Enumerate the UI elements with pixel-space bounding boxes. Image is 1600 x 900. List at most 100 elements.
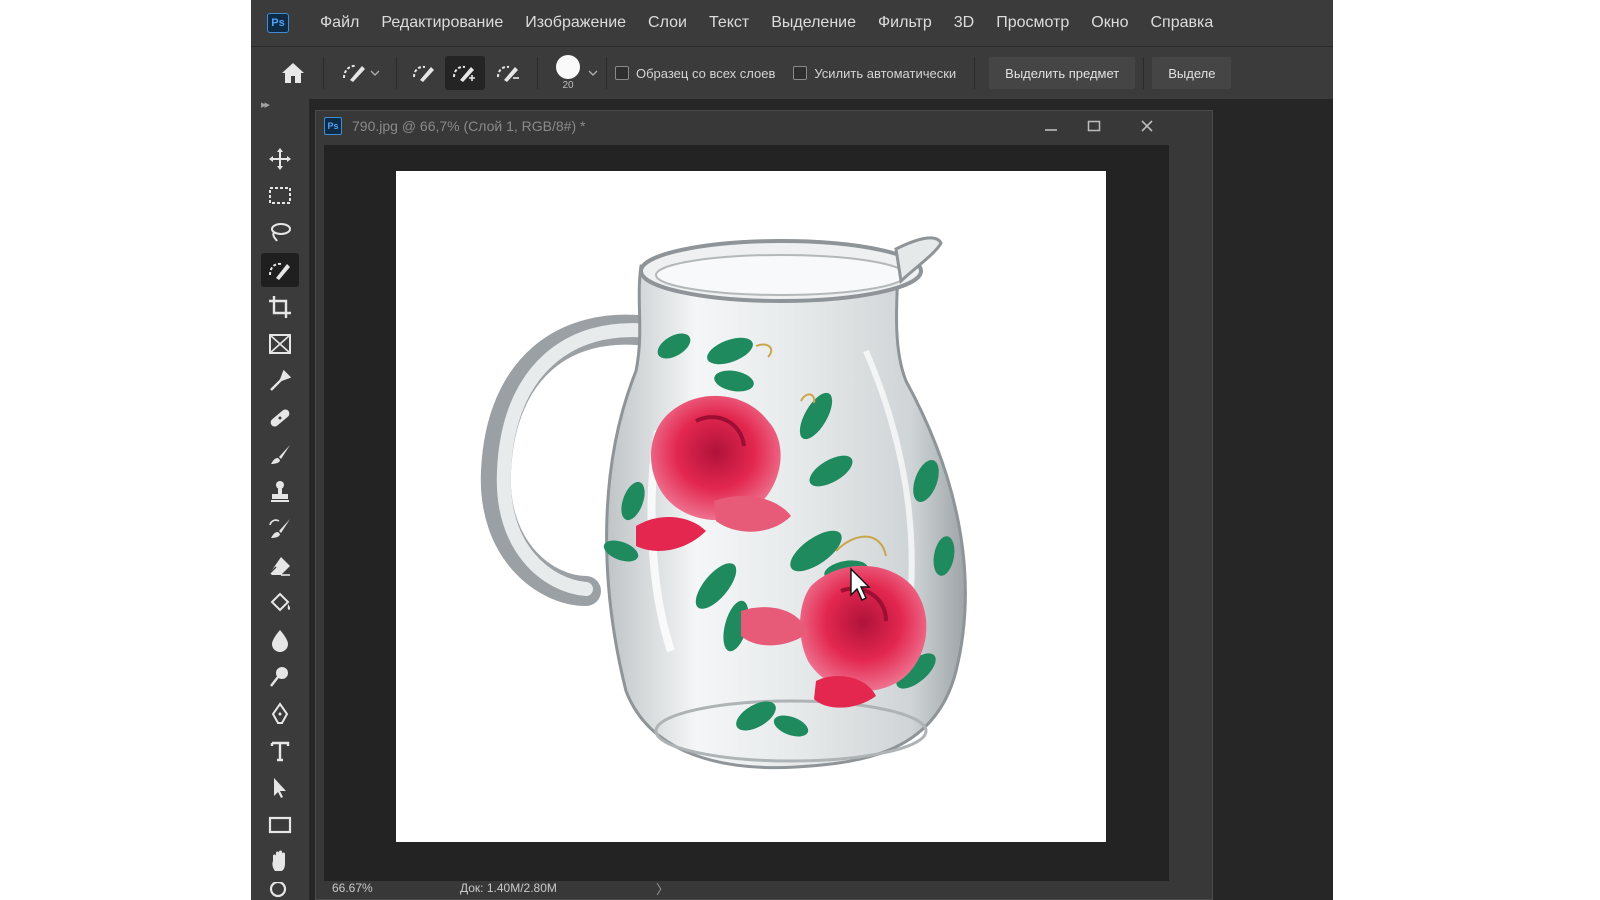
path-selection-tool[interactable] xyxy=(261,771,299,805)
brush-tool[interactable] xyxy=(261,438,299,472)
document-tab[interactable]: Ps 790.jpg @ 66,7% (Слой 1, RGB/8#) * xyxy=(316,111,1212,141)
separator xyxy=(1143,57,1145,89)
document-title: 790.jpg @ 66,7% (Слой 1, RGB/8#) * xyxy=(352,118,586,134)
menu-help[interactable]: Справка xyxy=(1139,14,1224,32)
dodge-tool[interactable] xyxy=(261,660,299,694)
new-selection-icon xyxy=(413,65,434,82)
healing-brush-tool[interactable] xyxy=(261,401,299,435)
stamp-icon xyxy=(271,481,289,502)
eraser-icon xyxy=(269,557,290,576)
auto-enhance-checkbox[interactable] xyxy=(793,66,808,80)
subtract-from-selection-button[interactable] xyxy=(489,56,529,90)
status-bar: 66.67% Док: 1.40M/2.80M 〉 xyxy=(316,877,1212,899)
status-menu-arrow-icon[interactable]: 〉 xyxy=(656,879,669,898)
separator xyxy=(396,57,397,89)
rectangle-icon xyxy=(268,816,292,834)
canvas-area[interactable] xyxy=(324,145,1169,881)
close-button[interactable] xyxy=(1134,115,1160,137)
blur-drop-icon xyxy=(272,630,288,652)
bandage-icon xyxy=(270,409,290,427)
rectangle-tool[interactable] xyxy=(261,808,299,842)
quick-selection-tool[interactable] xyxy=(261,253,299,287)
menu-view[interactable]: Просмотр xyxy=(985,14,1080,32)
eyedropper-tool[interactable] xyxy=(261,364,299,398)
move-icon xyxy=(269,148,291,170)
ps-logo-icon: Ps xyxy=(267,13,289,33)
document-size: Док: 1.40M/2.80M xyxy=(460,881,557,895)
add-to-selection-button[interactable] xyxy=(445,56,485,90)
ps-document-icon: Ps xyxy=(324,117,342,135)
brush-size-picker[interactable]: 20 xyxy=(556,55,580,91)
crop-tool[interactable] xyxy=(261,290,299,324)
sample-all-layers-checkbox[interactable] xyxy=(615,66,629,80)
hand-icon xyxy=(272,850,285,871)
history-brush-icon xyxy=(269,519,290,538)
dodge-icon xyxy=(270,667,288,687)
photoshop-window: Ps Файл Редактирование Изображение Слои … xyxy=(251,0,1333,900)
brush-icon xyxy=(271,445,290,464)
eraser-tool[interactable] xyxy=(261,549,299,583)
menu-file[interactable]: Файл xyxy=(309,14,370,32)
auto-enhance-label: Усилить автоматически xyxy=(814,65,957,81)
quick-selection-icon xyxy=(269,262,290,280)
eyedropper-icon xyxy=(270,369,292,391)
zoom-icon xyxy=(269,882,287,898)
lasso-tool[interactable] xyxy=(261,216,299,250)
move-tool[interactable] xyxy=(261,142,299,176)
auto-enhance-option[interactable]: Усилить автоматически xyxy=(793,66,956,81)
glass-pitcher-image xyxy=(480,236,967,770)
maximize-icon xyxy=(1087,120,1101,132)
menu-edit[interactable]: Редактирование xyxy=(370,14,514,32)
menu-bar: Ps Файл Редактирование Изображение Слои … xyxy=(251,0,1333,46)
type-tool[interactable] xyxy=(261,734,299,768)
zoom-tool[interactable] xyxy=(261,882,299,900)
zoom-level[interactable]: 66.67% xyxy=(332,881,460,895)
menu-filter[interactable]: Фильтр xyxy=(867,14,943,32)
pen-tool[interactable] xyxy=(261,697,299,731)
image-canvas[interactable] xyxy=(396,171,1106,842)
brush-preview-icon xyxy=(556,55,580,79)
menu-window[interactable]: Окно xyxy=(1080,14,1139,32)
select-subject-button[interactable]: Выделить предмет xyxy=(989,57,1136,89)
subtract-from-selection-icon xyxy=(497,65,519,82)
separator xyxy=(606,57,607,89)
select-and-mask-button[interactable]: Выделе xyxy=(1152,57,1232,89)
menu-type[interactable]: Текст xyxy=(698,14,760,32)
add-to-selection-icon xyxy=(453,65,475,82)
history-brush-tool[interactable] xyxy=(261,512,299,546)
document-window: Ps 790.jpg @ 66,7% (Слой 1, RGB/8#) * 66… xyxy=(315,110,1213,900)
blur-tool[interactable] xyxy=(261,623,299,657)
frame-tool[interactable] xyxy=(261,327,299,361)
separator xyxy=(974,57,976,89)
tools-panel: ▸▸ xyxy=(251,98,310,900)
frame-icon xyxy=(269,334,291,354)
lasso-icon xyxy=(271,223,291,242)
minimize-icon xyxy=(1045,129,1057,131)
marquee-tool[interactable] xyxy=(261,179,299,213)
crop-icon xyxy=(269,296,291,318)
close-icon xyxy=(1141,120,1153,132)
maximize-button[interactable] xyxy=(1081,115,1107,137)
brush-size-value: 20 xyxy=(562,80,574,91)
sample-all-layers-option[interactable]: Образец со всех слоев xyxy=(615,66,775,81)
menu-select[interactable]: Выделение xyxy=(760,14,867,32)
quick-selection-preset-icon xyxy=(343,64,365,82)
tool-preset-picker[interactable] xyxy=(332,56,388,90)
type-icon xyxy=(270,741,290,762)
sample-all-layers-label: Образец со всех слоев xyxy=(636,65,776,81)
chevron-down-icon[interactable] xyxy=(588,69,598,77)
paint-bucket-icon xyxy=(270,592,291,612)
home-button[interactable] xyxy=(271,56,315,90)
arrow-cursor-icon xyxy=(274,778,286,798)
menu-layers[interactable]: Слои xyxy=(637,14,698,32)
new-selection-button[interactable] xyxy=(405,56,445,90)
paint-bucket-tool[interactable] xyxy=(261,586,299,620)
menu-image[interactable]: Изображение xyxy=(514,14,637,32)
separator xyxy=(537,57,538,89)
clone-stamp-tool[interactable] xyxy=(261,475,299,509)
minimize-button[interactable] xyxy=(1038,115,1064,137)
menu-3d[interactable]: 3D xyxy=(943,14,985,32)
hand-tool[interactable] xyxy=(261,845,299,879)
collapse-arrows-icon[interactable]: ▸▸ xyxy=(261,98,270,111)
chevron-down-icon xyxy=(370,70,380,76)
